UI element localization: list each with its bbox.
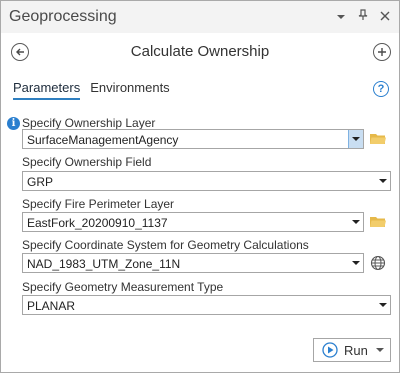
coordinate-system-label: Specify Coordinate System for Geometry C… <box>22 238 309 252</box>
chevron-down-icon[interactable] <box>376 172 390 190</box>
chevron-down-icon[interactable] <box>348 130 363 148</box>
play-icon <box>322 342 338 358</box>
globe-icon[interactable] <box>370 255 386 271</box>
ownership-field-select[interactable]: GRP <box>22 171 391 191</box>
pane-titlebar: Geoprocessing <box>1 1 399 33</box>
fire-perimeter-select[interactable]: EastFork_20200910_1137 <box>22 212 364 232</box>
chevron-down-icon[interactable] <box>376 347 384 353</box>
measurement-type-value: PLANAR <box>27 299 76 313</box>
tab-environments[interactable]: Environments <box>90 80 169 100</box>
titlebar-controls <box>335 9 391 24</box>
coordinate-system-select[interactable]: NAD_1983_UTM_Zone_11N <box>22 253 364 273</box>
ownership-layer-select[interactable]: SurfaceManagementAgency <box>22 129 364 149</box>
help-icon[interactable]: ? <box>373 81 389 97</box>
tool-title: Calculate Ownership <box>130 43 270 60</box>
run-button[interactable]: Run <box>313 338 391 362</box>
fire-perimeter-value: EastFork_20200910_1137 <box>27 216 168 230</box>
pane-title: Geoprocessing <box>9 8 117 25</box>
tab-bar: Parameters Environments <box>13 80 170 100</box>
add-button[interactable] <box>373 43 391 61</box>
folder-icon[interactable] <box>370 216 386 228</box>
run-label: Run <box>344 342 368 358</box>
chevron-down-icon[interactable] <box>335 10 347 24</box>
close-icon[interactable] <box>379 10 391 24</box>
measurement-type-select[interactable]: PLANAR <box>22 295 391 315</box>
chevron-down-icon[interactable] <box>349 213 363 231</box>
chevron-down-icon[interactable] <box>376 296 390 314</box>
tool-header: Calculate Ownership <box>1 39 399 67</box>
info-icon[interactable]: i <box>7 117 20 130</box>
ownership-field-label: Specify Ownership Field <box>22 155 152 169</box>
coordinate-system-value: NAD_1983_UTM_Zone_11N <box>27 257 181 271</box>
ownership-layer-value: SurfaceManagementAgency <box>27 133 179 147</box>
geoprocessing-pane: Geoprocessing Calculate Ownership Parame… <box>0 0 400 373</box>
fire-perimeter-label: Specify Fire Perimeter Layer <box>22 197 175 211</box>
ownership-field-value: GRP <box>27 175 54 189</box>
tab-parameters[interactable]: Parameters <box>13 80 81 100</box>
measurement-type-label: Specify Geometry Measurement Type <box>22 280 224 294</box>
pin-icon[interactable] <box>357 9 369 24</box>
chevron-down-icon[interactable] <box>349 254 363 272</box>
ownership-layer-label: Specify Ownership Layer <box>22 116 156 130</box>
plus-icon <box>378 48 386 56</box>
folder-icon[interactable] <box>370 133 386 145</box>
